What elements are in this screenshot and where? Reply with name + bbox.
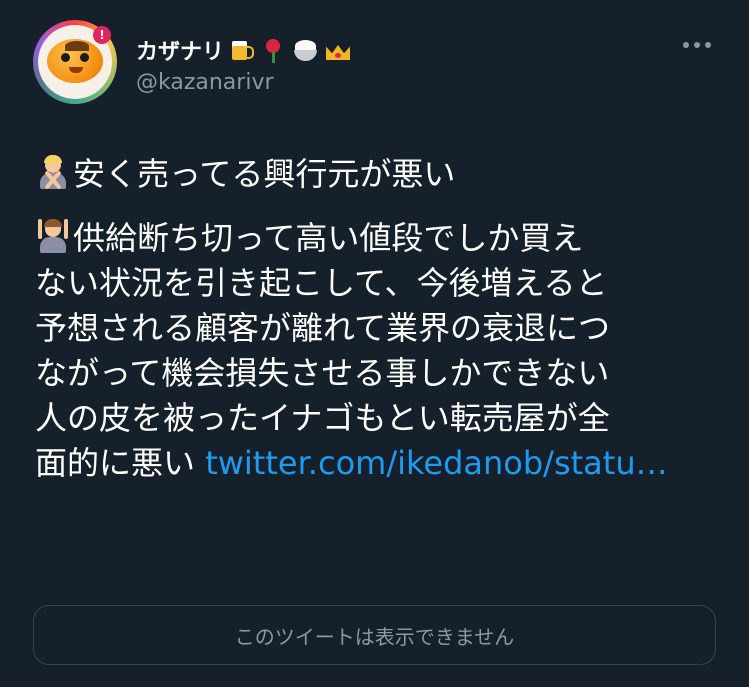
avatar-mouth <box>69 67 83 73</box>
avatar[interactable]: ! <box>33 20 117 104</box>
tweet-line: ない状況を引き起こして、今後増えると <box>35 264 608 302</box>
tweet: ! カザナリ @kazanarivr 安く売ってる興行元が悪い 供給断ち切って高… <box>0 0 749 687</box>
tweet-line: 人の皮を被ったイナゴもとい転売屋が全 <box>35 399 610 437</box>
avatar-face-icon <box>47 39 103 83</box>
tweet-header: ! カザナリ @kazanarivr <box>33 20 723 110</box>
author-names: カザナリ @kazanarivr <box>136 34 352 95</box>
rice-bowl-icon <box>292 37 320 63</box>
person-gesturing-ok-icon <box>35 219 71 255</box>
tweet-line: 安く売ってる興行元が悪い <box>35 152 725 197</box>
rose-icon <box>260 37 288 63</box>
tweet-line: 面的に悪い twitter.com/ikedanob/statu… <box>35 441 725 486</box>
avatar-hair <box>65 41 89 51</box>
user-handle[interactable]: @kazanarivr <box>136 70 352 95</box>
notification-badge: ! <box>93 26 111 44</box>
tweet-line-text: 供給断ち切って高い値段でしか買え <box>73 219 584 257</box>
tweet-paragraph-2: 供給断ち切って高い値段でしか買え ない状況を引き起こして、今後増えると 予想され… <box>35 216 725 486</box>
tweet-link[interactable]: twitter.com/ikedanob/statu… <box>205 444 667 482</box>
tweet-paragraph-1: 安く売ってる興行元が悪い <box>35 152 725 197</box>
quoted-tweet-unavailable[interactable]: このツイートは表示できません <box>33 605 716 665</box>
person-gesturing-no-icon <box>35 155 71 191</box>
avatar-eye-left <box>61 53 70 62</box>
display-name[interactable]: カザナリ <box>136 34 224 66</box>
tweet-line: 供給断ち切って高い値段でしか買え <box>35 216 725 261</box>
tweet-text: 安く売ってる興行元が悪い 供給断ち切って高い値段でしか買え ない状況を引き起こし… <box>35 152 725 505</box>
more-options-icon[interactable] <box>683 42 717 52</box>
tweet-line: 予想される顧客が離れて業界の衰退につ <box>35 309 611 347</box>
crown-icon <box>324 37 352 63</box>
more-dot <box>694 42 700 48</box>
quoted-tweet-unavailable-text: このツイートは表示できません <box>234 624 515 649</box>
avatar-eye-right <box>80 53 89 62</box>
tweet-line: ながって機会損失させる事しかできない <box>35 354 610 392</box>
beer-mug-icon <box>228 37 256 63</box>
more-dot <box>683 42 689 48</box>
more-dot <box>705 42 711 48</box>
tweet-line-text: 面的に悪い <box>35 444 206 482</box>
tweet-paragraph-1-text: 安く売ってる興行元が悪い <box>73 155 456 193</box>
display-name-row[interactable]: カザナリ <box>136 34 352 66</box>
